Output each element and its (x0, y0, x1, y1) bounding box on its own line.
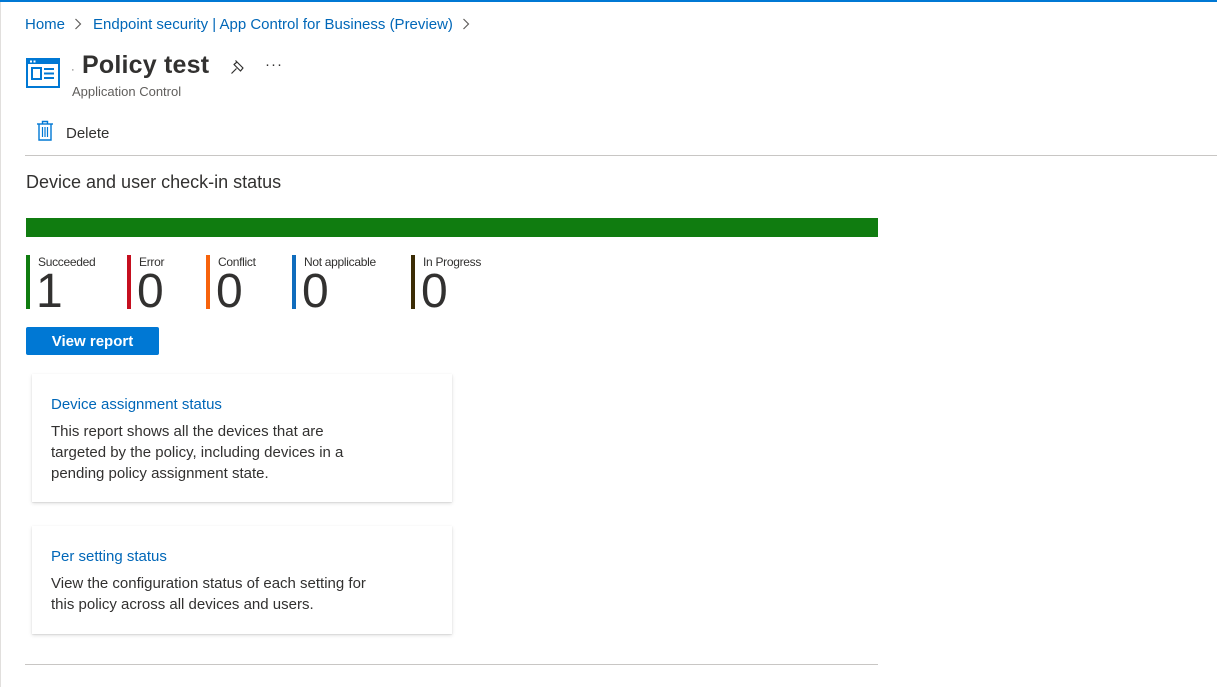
card-title[interactable]: Per setting status (51, 548, 167, 565)
breadcrumb: Home Endpoint security | App Control for… (25, 14, 481, 34)
stat-color-bar (127, 255, 131, 309)
card-description: View the configuration status of each se… (51, 575, 366, 613)
breadcrumb-endpoint-security[interactable]: Endpoint security | App Control for Busi… (93, 16, 453, 33)
trash-icon (36, 120, 54, 146)
title-separator-dot: · (71, 64, 75, 76)
policy-icon (26, 58, 60, 88)
progress-fill-succeeded (26, 218, 878, 237)
stat-value: 0 (137, 265, 164, 318)
chevron-right-icon (74, 18, 82, 30)
view-report-button[interactable]: View report (26, 327, 159, 355)
stat-color-bar (26, 255, 30, 309)
bottom-divider (25, 664, 878, 665)
stat-value: 0 (421, 265, 448, 318)
delete-label: Delete (66, 124, 110, 142)
stat-color-bar (411, 255, 415, 309)
delete-button[interactable]: Delete (36, 120, 110, 146)
left-border (0, 2, 1, 687)
card-description: This report shows all the devices that a… (51, 423, 344, 482)
more-options-button[interactable]: ··· (265, 56, 283, 73)
stat-color-bar (206, 255, 210, 309)
top-accent-line (0, 0, 1217, 2)
checkin-status-title: Device and user check-in status (26, 172, 282, 192)
checkin-progress-bar (26, 218, 878, 237)
toolbar-divider (25, 155, 1217, 156)
stat-value: 0 (302, 265, 329, 318)
card-title[interactable]: Device assignment status (51, 396, 222, 413)
page-subtitle: Application Control (72, 84, 182, 99)
per-setting-status-card[interactable]: Per setting status View the configuratio… (32, 526, 452, 634)
chevron-right-icon (462, 18, 470, 30)
breadcrumb-home[interactable]: Home (25, 16, 65, 33)
stat-value: 1 (36, 265, 63, 318)
stat-value: 0 (216, 265, 243, 318)
pin-icon[interactable] (229, 58, 247, 76)
page-title: Policy test (82, 51, 210, 79)
stat-color-bar (292, 255, 296, 309)
device-assignment-status-card[interactable]: Device assignment status This report sho… (32, 374, 452, 502)
